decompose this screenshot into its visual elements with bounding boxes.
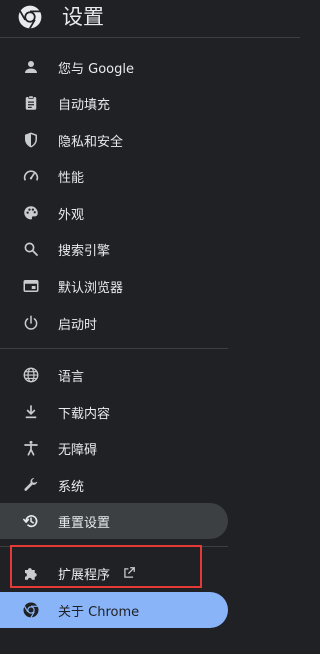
page-title: 设置 [62,5,104,29]
globe-icon [22,366,40,384]
sidebar-item-system[interactable]: 系统 [0,467,228,503]
sidebar-item-label: 启动时 [58,317,98,333]
sidebar-item-label: 下载内容 [58,406,111,422]
sidebar-item-appearance[interactable]: 外观 [0,195,228,231]
chrome-logo-icon [17,4,43,30]
accessibility-icon [22,439,40,457]
sidebar-item-default-browser[interactable]: 默认浏览器 [0,268,228,304]
sidebar-item-performance[interactable]: 性能 [0,158,228,194]
sidebar-item-reset-settings[interactable]: 重置设置 [0,503,228,539]
clipboard-icon [22,94,40,112]
download-icon [22,403,40,421]
sidebar-item-on-startup[interactable]: 启动时 [0,305,228,341]
sidebar-item-label: 性能 [58,170,85,186]
section-divider [0,348,228,349]
sidebar-item-label: 关于 Chrome [58,604,140,620]
search-icon [22,240,40,258]
settings-header: 设置 [0,0,300,37]
sidebar-item-label: 隐私和安全 [58,134,124,150]
sidebar-item-label: 语言 [58,369,85,385]
shield-icon [22,131,40,149]
sidebar-item-you-and-google[interactable]: 您与 Google [0,49,228,85]
palette-icon [22,204,40,222]
sidebar-item-label: 您与 Google [58,61,134,77]
sidebar-item-search-engine[interactable]: 搜索引擎 [0,231,228,267]
header-divider [0,37,300,38]
speedometer-icon [22,167,40,185]
sidebar-item-label: 重置设置 [58,515,111,531]
sidebar-item-accessibility[interactable]: 无障碍 [0,430,228,466]
sidebar-item-downloads[interactable]: 下载内容 [0,394,228,430]
sidebar-item-label: 无障碍 [58,442,98,458]
annotation-highlight-box [10,545,202,588]
sidebar-item-label: 自动填充 [58,97,111,113]
sidebar-item-label: 外观 [58,207,85,223]
sidebar-item-autofill[interactable]: 自动填充 [0,85,228,121]
power-icon [22,314,40,332]
wrench-icon [22,476,40,494]
chrome-icon [22,601,40,619]
sidebar-item-languages[interactable]: 语言 [0,357,228,393]
sidebar-item-privacy-security[interactable]: 隐私和安全 [0,122,228,158]
sidebar-item-label: 系统 [58,479,85,495]
reset-history-icon [22,512,40,530]
sidebar-item-label: 搜索引擎 [58,243,111,259]
sidebar-item-about-chrome[interactable]: 关于 Chrome [0,592,228,628]
sidebar-item-label: 默认浏览器 [58,280,124,296]
person-icon [22,58,40,76]
browser-window-icon [22,277,40,295]
